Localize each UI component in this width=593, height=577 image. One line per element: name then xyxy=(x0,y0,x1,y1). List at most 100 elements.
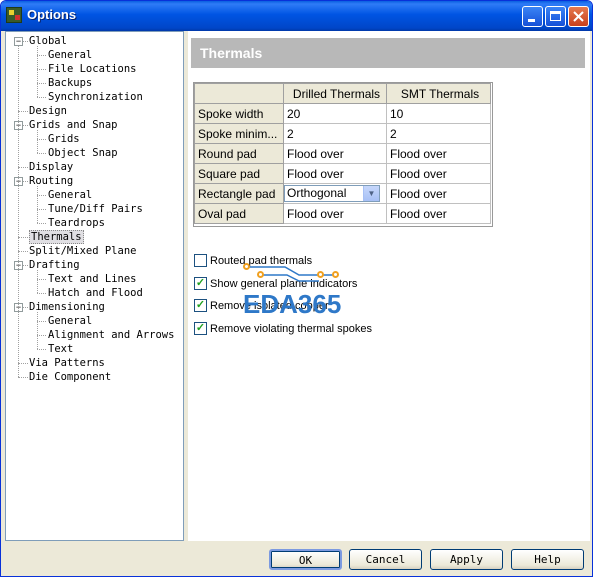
tree-item-die-component[interactable]: Die Component xyxy=(29,370,111,384)
tree-guide-line xyxy=(37,270,38,293)
row-label-spoke-width: Spoke width xyxy=(194,103,284,124)
tree-item-teardrops[interactable]: Teardrops xyxy=(48,216,105,230)
spoke-minimum-drilled-cell[interactable]: 2 xyxy=(283,123,387,144)
tree-item-label: General xyxy=(48,49,93,61)
table-row: Square pad Flood over Flood over xyxy=(194,163,491,184)
watermark-text: EDA365 xyxy=(243,289,342,319)
tree-item-label: Tune/Diff Pairs xyxy=(48,203,143,215)
apply-button[interactable]: Apply xyxy=(430,549,503,570)
tree-item-label: Grids and Snap xyxy=(29,119,118,131)
row-label-spoke-minimum: Spoke minim... xyxy=(194,123,284,144)
tree-item-global[interactable]: Global xyxy=(29,34,67,48)
tree-item-label: Routing xyxy=(29,175,74,187)
tree-item-label: Alignment and Arrows xyxy=(48,329,175,341)
table-row: Round pad Flood over Flood over xyxy=(194,143,491,164)
tree-item-tune-diff-pairs[interactable]: Tune/Diff Pairs xyxy=(48,202,143,216)
title-bar[interactable]: Options xyxy=(1,1,592,31)
table-row: Rectangle pad Orthogonal ▼ Flood over xyxy=(194,183,491,204)
tree-connector xyxy=(37,97,46,98)
tree-guide-line xyxy=(37,312,38,349)
tree-item-file-locations[interactable]: File Locations xyxy=(48,62,137,76)
help-button[interactable]: Help xyxy=(511,549,584,570)
tree-connector xyxy=(37,139,46,140)
collapse-icon[interactable]: − xyxy=(14,37,23,46)
tree-item-hatch-and-flood[interactable]: Hatch and Flood xyxy=(48,286,143,300)
oval-pad-drilled-cell[interactable]: Flood over xyxy=(283,203,387,224)
tree-item-dimensioning[interactable]: Dimensioning xyxy=(29,300,105,314)
tree-item-split-mixed-plane[interactable]: Split/Mixed Plane xyxy=(29,244,136,258)
square-pad-drilled-cell[interactable]: Flood over xyxy=(283,163,387,184)
row-label-oval-pad: Oval pad xyxy=(194,203,284,224)
window-title: Options xyxy=(27,7,77,22)
tree-connector xyxy=(37,83,46,84)
tree-connector xyxy=(37,335,46,336)
tree-item-backups[interactable]: Backups xyxy=(48,76,92,90)
routed-pad-thermals-checkbox[interactable] xyxy=(194,254,207,267)
spoke-width-smt-cell[interactable]: 10 xyxy=(386,103,491,124)
tree-item-grids[interactable]: Grids xyxy=(48,132,80,146)
tree-item-label: Die Component xyxy=(29,371,112,383)
options-window: Options Global − General File Locations Back… xyxy=(0,0,593,577)
tree-item-label: Thermals xyxy=(29,230,84,244)
trace-node-icon xyxy=(257,271,264,278)
tree-item-label: Hatch and Flood xyxy=(48,287,143,299)
remove-isolated-copper-checkbox[interactable]: ✓ xyxy=(194,299,207,312)
square-pad-smt-cell[interactable]: Flood over xyxy=(386,163,491,184)
tree-item-synchronization[interactable]: Synchronization xyxy=(48,90,143,104)
tree-connector xyxy=(23,181,28,182)
tree-guide-line xyxy=(18,46,19,377)
drilled-thermals-header: Drilled Thermals xyxy=(283,83,387,104)
spoke-width-drilled-cell[interactable]: 20 xyxy=(283,103,387,124)
tree-item-design[interactable]: Design xyxy=(29,104,67,118)
tree-item-text-and-lines[interactable]: Text and Lines xyxy=(48,272,137,286)
tree-item-routing[interactable]: Routing xyxy=(29,174,73,188)
minimize-button[interactable] xyxy=(522,6,543,27)
pads-app-icon xyxy=(6,7,22,23)
tree-connector xyxy=(37,55,46,56)
tree-guide-line xyxy=(37,130,38,153)
spoke-minimum-smt-cell[interactable]: 2 xyxy=(386,123,491,144)
tree-item-general[interactable]: General xyxy=(48,314,92,328)
rectangle-pad-drilled-cell[interactable]: Orthogonal ▼ xyxy=(283,183,387,204)
tree-connector xyxy=(18,377,28,378)
tree-item-label: Dimensioning xyxy=(29,301,105,313)
tree-item-alignment-and-arrows[interactable]: Alignment and Arrows xyxy=(48,328,174,342)
tree-item-object-snap[interactable]: Object Snap xyxy=(48,146,118,160)
chevron-down-icon[interactable]: ▼ xyxy=(363,186,379,201)
show-plane-indicators-checkbox[interactable]: ✓ xyxy=(194,277,207,290)
tree-item-text[interactable]: Text xyxy=(48,342,73,356)
tree-connector xyxy=(37,223,46,224)
rectangle-pad-drilled-dropdown[interactable]: Orthogonal ▼ xyxy=(284,185,380,202)
round-pad-smt-cell[interactable]: Flood over xyxy=(386,143,491,164)
tree-item-label: Text and Lines xyxy=(48,273,137,285)
remove-violating-spokes-label: Remove violating thermal spokes xyxy=(210,323,373,335)
tree-item-general[interactable]: General xyxy=(48,188,92,202)
close-button[interactable] xyxy=(568,6,589,27)
rectangle-pad-smt-cell[interactable]: Flood over xyxy=(386,183,491,204)
tree-connector xyxy=(37,293,46,294)
remove-violating-spokes-checkbox[interactable]: ✓ xyxy=(194,322,207,335)
round-pad-drilled-cell[interactable]: Flood over xyxy=(283,143,387,164)
tree-connector xyxy=(37,209,46,210)
tree-item-general[interactable]: General xyxy=(48,48,92,62)
eda365-watermark: EDA365 xyxy=(239,259,359,319)
thermals-grid: Drilled Thermals SMT Thermals Spoke widt… xyxy=(194,83,491,224)
trace-node-icon xyxy=(332,271,339,278)
cancel-button[interactable]: Cancel xyxy=(349,549,422,570)
tree-item-display[interactable]: Display xyxy=(29,160,73,174)
tree-item-via-patterns[interactable]: Via Patterns xyxy=(29,356,105,370)
ok-button[interactable]: OK xyxy=(269,549,342,570)
tree-connector xyxy=(37,349,46,350)
oval-pad-smt-cell[interactable]: Flood over xyxy=(386,203,491,224)
tree-item-thermals[interactable]: Thermals xyxy=(29,230,84,244)
tree-item-grids-and-snap[interactable]: Grids and Snap xyxy=(29,118,118,132)
grid-corner-header xyxy=(194,83,284,104)
table-row: Oval pad Flood over Flood over xyxy=(194,203,491,224)
tree-connector xyxy=(18,237,28,238)
options-tree[interactable]: Global − General File Locations Backups Synch… xyxy=(5,31,184,541)
tree-connector xyxy=(37,321,46,322)
tree-guide-line xyxy=(37,46,38,97)
maximize-button[interactable] xyxy=(545,6,566,27)
close-icon xyxy=(573,11,584,22)
tree-guide-line xyxy=(37,186,38,223)
